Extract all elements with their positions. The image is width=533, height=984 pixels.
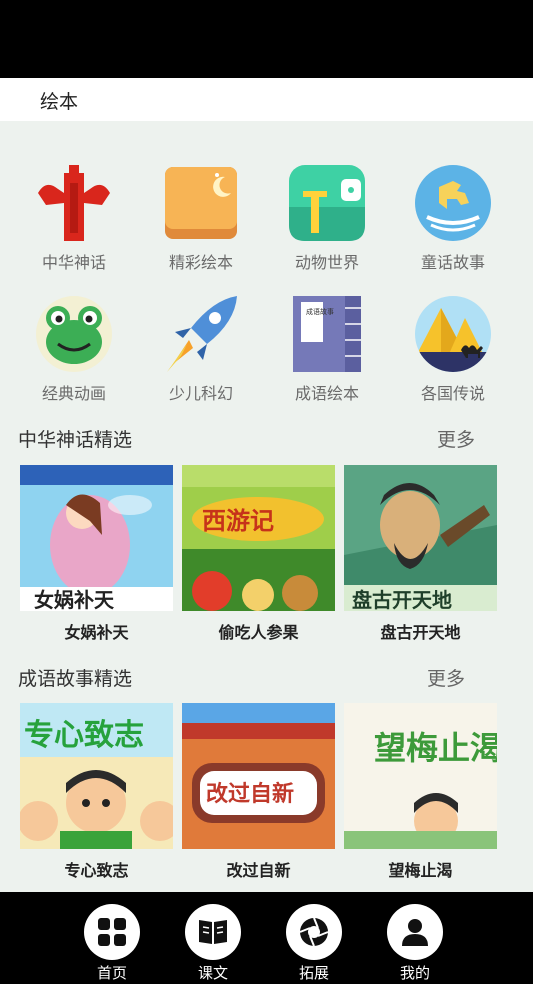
book-cover-title: 西游记 xyxy=(202,507,274,535)
book-cover-title: 盘古开天地 xyxy=(352,588,452,611)
status-bar xyxy=(0,0,533,78)
book-card-zhuanxin[interactable]: 专心致志 专心致志 xyxy=(20,703,173,881)
more-button-idioms[interactable]: 更多 xyxy=(427,664,465,691)
category-cartoons[interactable]: 经典动画 xyxy=(19,294,129,404)
category-label: 少儿科幻 xyxy=(168,384,233,403)
category-scifi[interactable]: 少儿科幻 xyxy=(146,294,256,404)
book-cover-title: 专心致志 xyxy=(24,718,144,753)
more-button-myths[interactable]: 更多 xyxy=(437,425,475,452)
section-title-myths: 中华神话精选 xyxy=(18,429,133,451)
nav-extend[interactable]: 拓展 xyxy=(282,904,346,983)
book-cover: 望梅止渴 xyxy=(344,703,497,849)
bottom-nav: 首页 课文 拓展 我的 xyxy=(0,892,533,984)
book-card-wangmei[interactable]: 望梅止渴 望梅止渴 xyxy=(344,703,497,881)
grid-icon xyxy=(84,904,140,960)
main-content[interactable]: 中华神话 精彩绘本 动物世界 童话故事 经典动画 少儿科幻 成语故事 成语绘本 … xyxy=(0,121,533,892)
title-bar: 绘本 xyxy=(0,78,533,121)
book-card-nuwa[interactable]: 女娲补天 女娲补天 xyxy=(20,465,173,643)
idiom-book-icon-text: 成语故事 xyxy=(306,307,334,316)
book-cover: 女娲补天 xyxy=(20,465,173,611)
bread-book-icon xyxy=(161,163,241,243)
book-cover-title: 改过自新 xyxy=(206,781,294,807)
book-cover-title: 望梅止渴 xyxy=(374,729,497,767)
book-icon xyxy=(185,904,241,960)
nav-home[interactable]: 首页 xyxy=(80,904,144,983)
category-label: 精彩绘本 xyxy=(168,253,233,272)
nav-lessons[interactable]: 课文 xyxy=(181,904,245,983)
category-legends[interactable]: 各国传说 xyxy=(398,294,508,404)
nav-label: 首页 xyxy=(96,964,127,982)
book-title: 专心致志 xyxy=(64,861,129,880)
book-cover: 西游记 xyxy=(182,465,335,611)
category-idioms[interactable]: 成语故事 成语绘本 xyxy=(272,294,382,404)
section-title-idioms: 成语故事精选 xyxy=(18,668,133,690)
pillar-icon xyxy=(34,163,114,243)
giraffe-icon xyxy=(287,163,367,243)
book-title: 偷吃人参果 xyxy=(218,623,299,642)
category-label: 成语绘本 xyxy=(294,384,359,403)
book-cover: 改过自新 xyxy=(182,703,335,849)
category-myths[interactable]: 中华神话 xyxy=(19,163,129,273)
pyramid-camel-icon xyxy=(413,294,493,374)
book-card-ginseng[interactable]: 西游记 偷吃人参果 xyxy=(182,465,335,643)
category-label: 中华神话 xyxy=(41,253,106,272)
category-label: 动物世界 xyxy=(294,253,359,272)
category-fairytales[interactable]: 童话故事 xyxy=(398,163,508,273)
book-title: 女娲补天 xyxy=(64,623,129,642)
aperture-icon xyxy=(286,904,342,960)
rocket-icon xyxy=(161,294,241,374)
nav-label: 拓展 xyxy=(298,964,329,982)
category-label: 经典动画 xyxy=(41,384,106,403)
rocking-horse-icon xyxy=(413,163,493,243)
person-icon xyxy=(387,904,443,960)
category-picturebooks[interactable]: 精彩绘本 xyxy=(146,163,256,273)
book-card-pangu[interactable]: 盘古开天地 盘古开天地 xyxy=(344,465,497,643)
nav-label: 课文 xyxy=(197,964,228,982)
idiom-book-icon: 成语故事 xyxy=(287,294,367,374)
category-label: 童话故事 xyxy=(420,253,485,272)
nav-label: 我的 xyxy=(399,964,430,982)
frog-icon xyxy=(34,294,114,374)
book-title: 望梅止渴 xyxy=(388,861,453,880)
book-cover: 盘古开天地 xyxy=(344,465,497,611)
book-cover: 专心致志 xyxy=(20,703,173,849)
book-title: 盘古开天地 xyxy=(380,623,461,642)
category-animals[interactable]: 动物世界 xyxy=(272,163,382,273)
nav-mine[interactable]: 我的 xyxy=(383,904,447,983)
book-cover-title: 女娲补天 xyxy=(34,588,115,611)
book-title: 改过自新 xyxy=(226,861,291,880)
page-title: 绘本 xyxy=(40,91,79,113)
category-label: 各国传说 xyxy=(420,384,485,403)
book-card-gaiguo[interactable]: 改过自新 改过自新 xyxy=(182,703,335,881)
